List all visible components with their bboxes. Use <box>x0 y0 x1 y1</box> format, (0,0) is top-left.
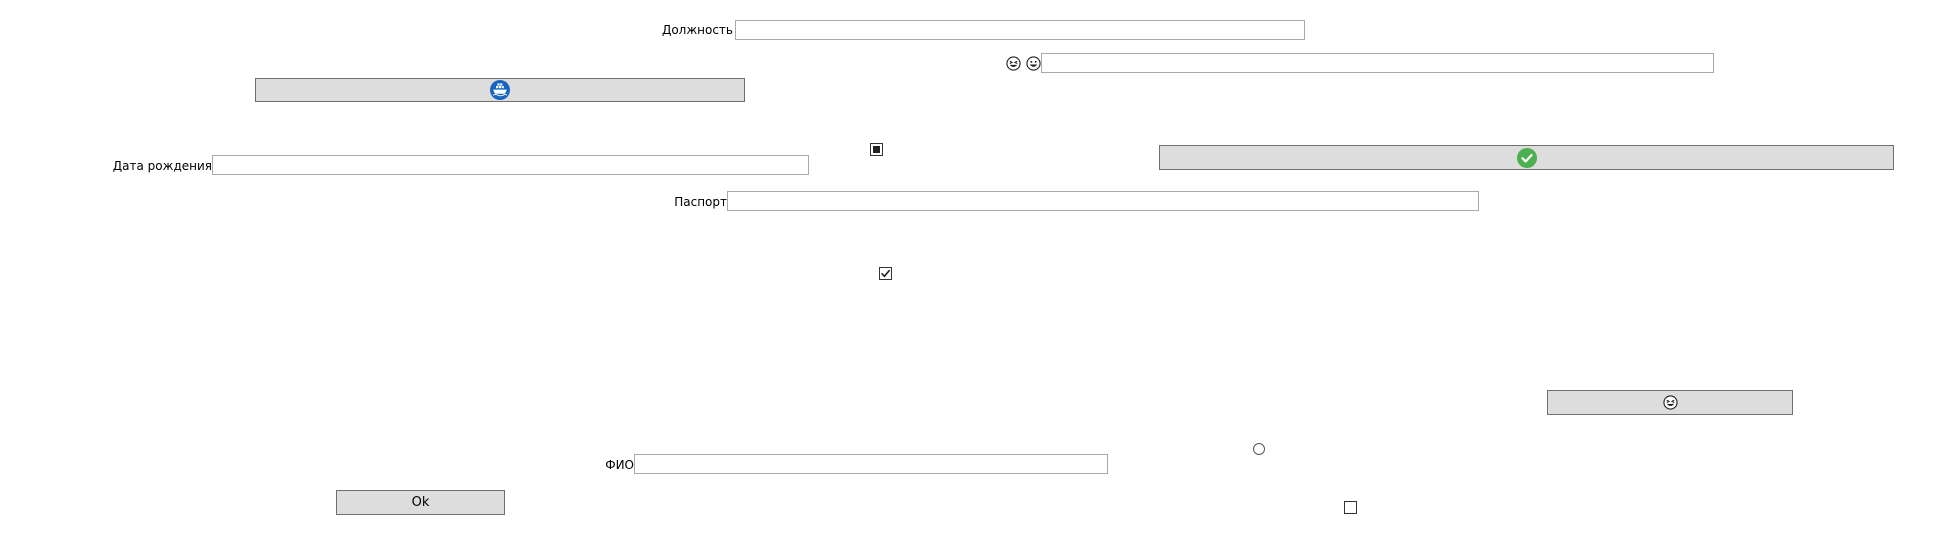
checkbox-checked[interactable] <box>879 267 892 280</box>
checkbox-indeterminate[interactable] <box>870 143 883 156</box>
passport-input[interactable] <box>727 191 1479 211</box>
grinning-face-icon <box>1026 56 1041 71</box>
checkmark-icon <box>880 268 891 279</box>
birthdate-label: Дата рождения <box>112 159 212 173</box>
position-label: Должность <box>661 23 733 37</box>
ship-icon <box>490 80 510 100</box>
confirm-button[interactable] <box>1159 145 1894 170</box>
birthdate-input[interactable] <box>212 155 809 175</box>
radio-button[interactable] <box>1253 443 1265 455</box>
ok-button[interactable]: Ok <box>336 490 505 515</box>
emoji-input[interactable] <box>1041 53 1714 73</box>
checkbox-unchecked[interactable] <box>1344 501 1357 514</box>
fio-label: ФИО <box>605 458 634 472</box>
grinning-squint-face-icon <box>1006 56 1021 71</box>
position-input[interactable] <box>735 20 1305 40</box>
fio-input[interactable] <box>634 454 1108 474</box>
grinning-squint-face-icon <box>1662 395 1678 410</box>
emoji-button[interactable] <box>1547 390 1793 415</box>
indeterminate-mark <box>873 146 880 153</box>
passport-label: Паспорт <box>674 195 727 209</box>
ship-button[interactable] <box>255 78 745 102</box>
check-circle-icon <box>1516 147 1537 168</box>
ok-button-label: Ok <box>411 495 430 510</box>
